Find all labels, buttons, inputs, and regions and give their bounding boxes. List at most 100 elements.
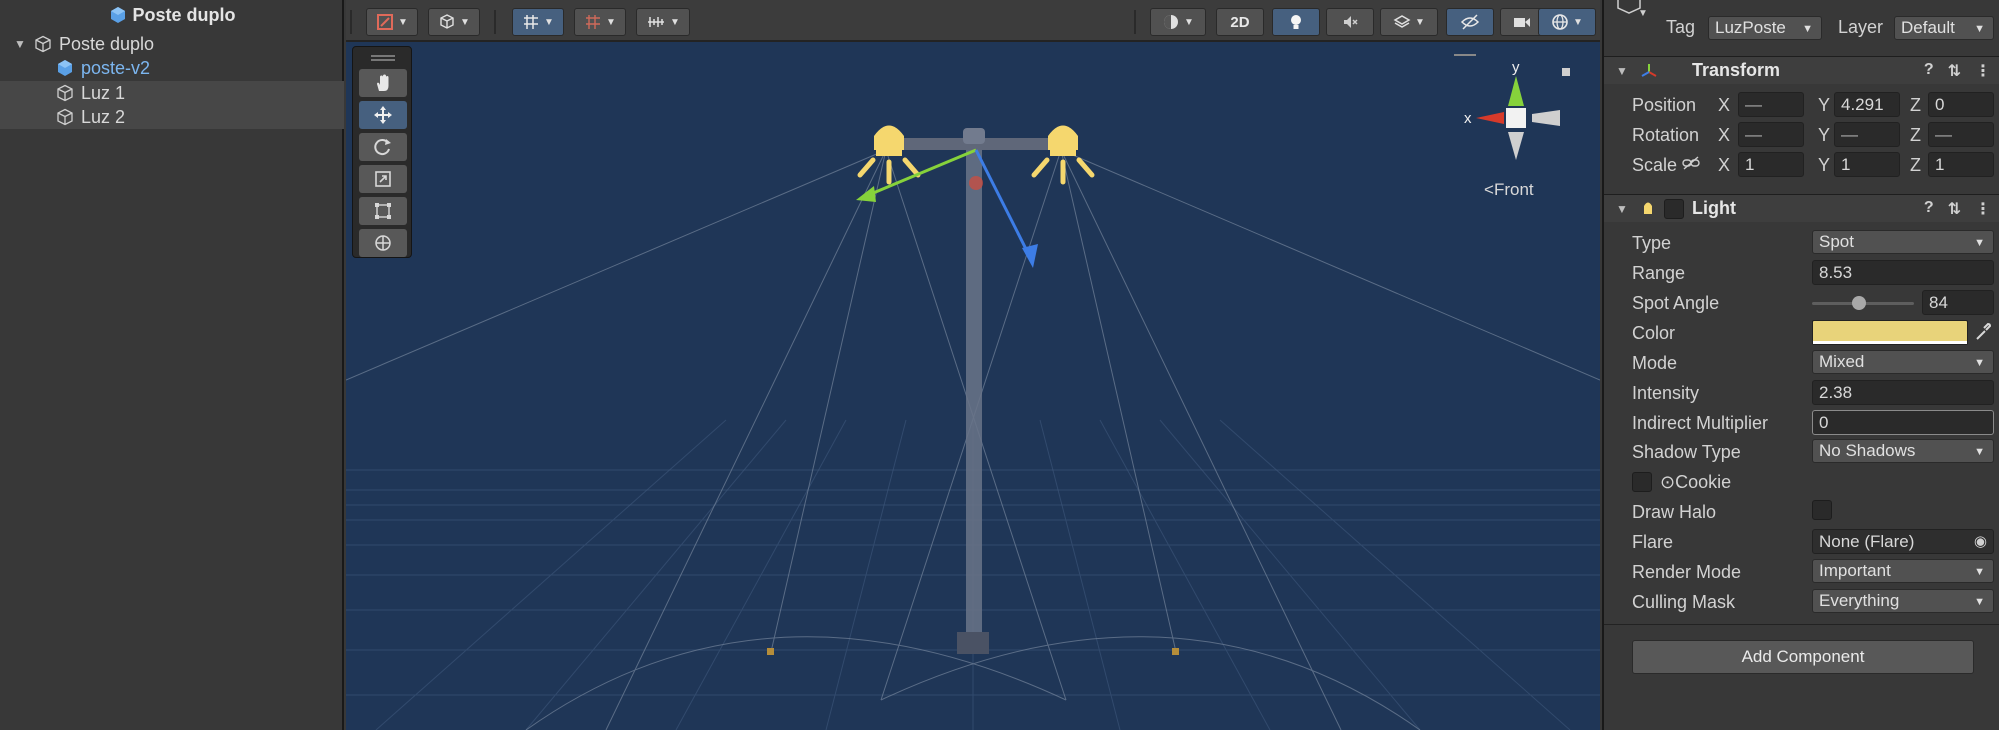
- rect-tool-button[interactable]: [359, 197, 407, 225]
- add-component-button[interactable]: Add Component: [1632, 640, 1974, 674]
- culling-mask-dropdown[interactable]: Everything ▼: [1812, 589, 1994, 613]
- hierarchy-item-label: Poste duplo: [59, 33, 155, 54]
- render-mode-dropdown[interactable]: ▼: [428, 8, 480, 36]
- expand-arrow-icon[interactable]: ▼: [14, 37, 28, 51]
- transform-all-icon: [375, 235, 391, 251]
- intensity-field[interactable]: 2.38: [1812, 380, 1994, 405]
- chevron-down-icon: ▼: [1974, 596, 1985, 608]
- mute-icon: [1344, 16, 1358, 28]
- mode-dropdown[interactable]: Mixed ▼: [1812, 350, 1994, 374]
- indirect-multiplier-field[interactable]: 0: [1812, 410, 1994, 435]
- range-field[interactable]: 8.53: [1812, 260, 1994, 285]
- foldout-arrow-icon[interactable]: ▼: [1616, 64, 1628, 78]
- flare-value: None (Flare): [1819, 531, 1915, 551]
- spot-light-icon-left[interactable]: [857, 125, 921, 185]
- layer-dropdown[interactable]: Default ▼: [1894, 16, 1994, 40]
- spot-light-icon-right[interactable]: [1031, 125, 1095, 185]
- object-picker-icon[interactable]: ◉: [1974, 532, 1987, 550]
- chevron-down-icon: ▼: [1974, 237, 1985, 249]
- scene-header[interactable]: Poste duplo: [0, 0, 344, 30]
- scene-viewport[interactable]: y x: [346, 0, 1600, 730]
- scale-z-field[interactable]: 1: [1928, 152, 1994, 177]
- tool-palette: [352, 46, 412, 258]
- hierarchy-item-luz-2[interactable]: Luz 2: [0, 105, 344, 129]
- toggle-2d-button[interactable]: 2D: [1216, 8, 1264, 36]
- scene-view[interactable]: y x <Front ▼ ▼ ▼ ▼ ▼ ▼ 2D ▼ ▼: [346, 0, 1600, 730]
- mode-value: Mixed: [1819, 352, 1865, 371]
- tag-dropdown[interactable]: LuzPoste ▼: [1708, 16, 1822, 40]
- light-component-header[interactable]: ▼ Light ? ⇅ ⋮: [1604, 194, 1999, 222]
- chevron-down-icon: ▼: [1802, 23, 1813, 35]
- view-label-text: Front: [1493, 180, 1534, 199]
- axis-y-label: Y: [1818, 155, 1831, 175]
- rotation-y-field[interactable]: —: [1834, 122, 1900, 147]
- camera-icon: [1514, 18, 1531, 27]
- spot-angle-slider-thumb[interactable]: [1852, 296, 1866, 310]
- view-orientation-label[interactable]: <Front: [1484, 180, 1534, 200]
- gizmo-tools-dropdown[interactable]: ▼: [366, 8, 418, 36]
- lock-icon[interactable]: [1562, 68, 1570, 76]
- visibility-toggle[interactable]: [1446, 8, 1494, 36]
- move-gizmo[interactable]: [856, 148, 1038, 268]
- position-z-field[interactable]: 0: [1928, 92, 1994, 117]
- gizmos-dropdown[interactable]: ▼: [1538, 8, 1596, 36]
- link-constraint-icon[interactable]: [1682, 155, 1700, 171]
- audio-toggle[interactable]: [1326, 8, 1374, 36]
- cookie-checkbox[interactable]: [1632, 472, 1652, 492]
- ruler-button[interactable]: ▼: [636, 8, 690, 36]
- spot-angle-field[interactable]: 84: [1922, 290, 1994, 315]
- scale-tool-button[interactable]: [359, 165, 407, 193]
- hand-icon: [377, 74, 389, 91]
- increment-snap-button[interactable]: ▼: [574, 8, 626, 36]
- icon-dropdown-arrow[interactable]: ▼: [1638, 8, 1648, 19]
- move-arrows-icon: [374, 106, 392, 124]
- flare-object-field[interactable]: None (Flare) ◉: [1812, 529, 1994, 554]
- palette-drag-handle[interactable]: [371, 55, 395, 61]
- hand-tool-button[interactable]: [359, 69, 407, 97]
- transform-tool-button[interactable]: [359, 229, 407, 257]
- hierarchy-panel: Poste duplo ▼ Poste duplo poste-v2 Luz 1…: [0, 0, 344, 730]
- eyedropper-icon[interactable]: [1974, 322, 1992, 342]
- help-icon[interactable]: ?: [1924, 61, 1934, 81]
- effects-dropdown[interactable]: ▼: [1380, 8, 1438, 36]
- type-dropdown[interactable]: Spot ▼: [1812, 230, 1994, 254]
- preset-sliders-icon[interactable]: ⇅: [1948, 199, 1961, 219]
- grid-snapping-toggle[interactable]: ▼: [512, 8, 564, 36]
- hierarchy-item-luz-1[interactable]: Luz 1: [0, 81, 344, 105]
- hierarchy-item-poste-duplo[interactable]: ▼ Poste duplo: [0, 32, 344, 56]
- lighting-toggle[interactable]: [1272, 8, 1320, 36]
- position-y-value: 4.291: [1841, 94, 1884, 114]
- move-tool-button[interactable]: [359, 101, 407, 129]
- hierarchy-item-poste-v2[interactable]: poste-v2: [0, 56, 344, 80]
- kebab-menu-icon[interactable]: ⋮: [1975, 199, 1991, 219]
- rotation-z-field[interactable]: —: [1928, 122, 1994, 147]
- transform-component-header[interactable]: ▼ Transform ? ⇅ ⋮: [1604, 56, 1999, 84]
- hierarchy-item-label: Luz 2: [81, 106, 126, 127]
- axis-z-label: Z: [1910, 95, 1921, 115]
- shadow-type-dropdown[interactable]: No Shadows ▼: [1812, 439, 1994, 463]
- foldout-arrow-icon[interactable]: ▼: [1616, 202, 1628, 216]
- preset-sliders-icon[interactable]: ⇅: [1948, 61, 1961, 81]
- color-swatch[interactable]: [1812, 320, 1968, 345]
- rotate-tool-button[interactable]: [359, 133, 407, 161]
- orientation-gizmo[interactable]: [1476, 76, 1560, 160]
- shading-sphere-icon: [1164, 15, 1179, 29]
- position-x-field[interactable]: —: [1738, 92, 1804, 117]
- target-icon: ⊙: [1660, 472, 1676, 492]
- draw-halo-checkbox[interactable]: [1812, 500, 1832, 520]
- help-icon[interactable]: ?: [1924, 199, 1934, 219]
- spot-angle-label: Spot Angle: [1632, 293, 1720, 313]
- kebab-menu-icon[interactable]: ⋮: [1975, 61, 1991, 81]
- rotation-x-field[interactable]: —: [1738, 122, 1804, 147]
- gizmo-globe-icon: [1552, 14, 1568, 30]
- scale-x-field[interactable]: 1: [1738, 152, 1804, 177]
- draw-mode-dropdown[interactable]: ▼: [1150, 8, 1206, 36]
- position-y-field[interactable]: 4.291: [1834, 92, 1900, 117]
- inspector-panel: ▼ Tag LuzPoste ▼ Layer Default ▼ ▼ Transfo…: [1602, 0, 1999, 730]
- prefab-icon: [110, 7, 125, 23]
- light-enabled-checkbox[interactable]: [1664, 199, 1684, 219]
- rotation-label: Rotation: [1632, 125, 1700, 145]
- scale-y-field[interactable]: 1: [1834, 152, 1900, 177]
- chevron-down-icon: ▼: [1974, 357, 1985, 369]
- render-mode-dropdown[interactable]: Important ▼: [1812, 559, 1994, 583]
